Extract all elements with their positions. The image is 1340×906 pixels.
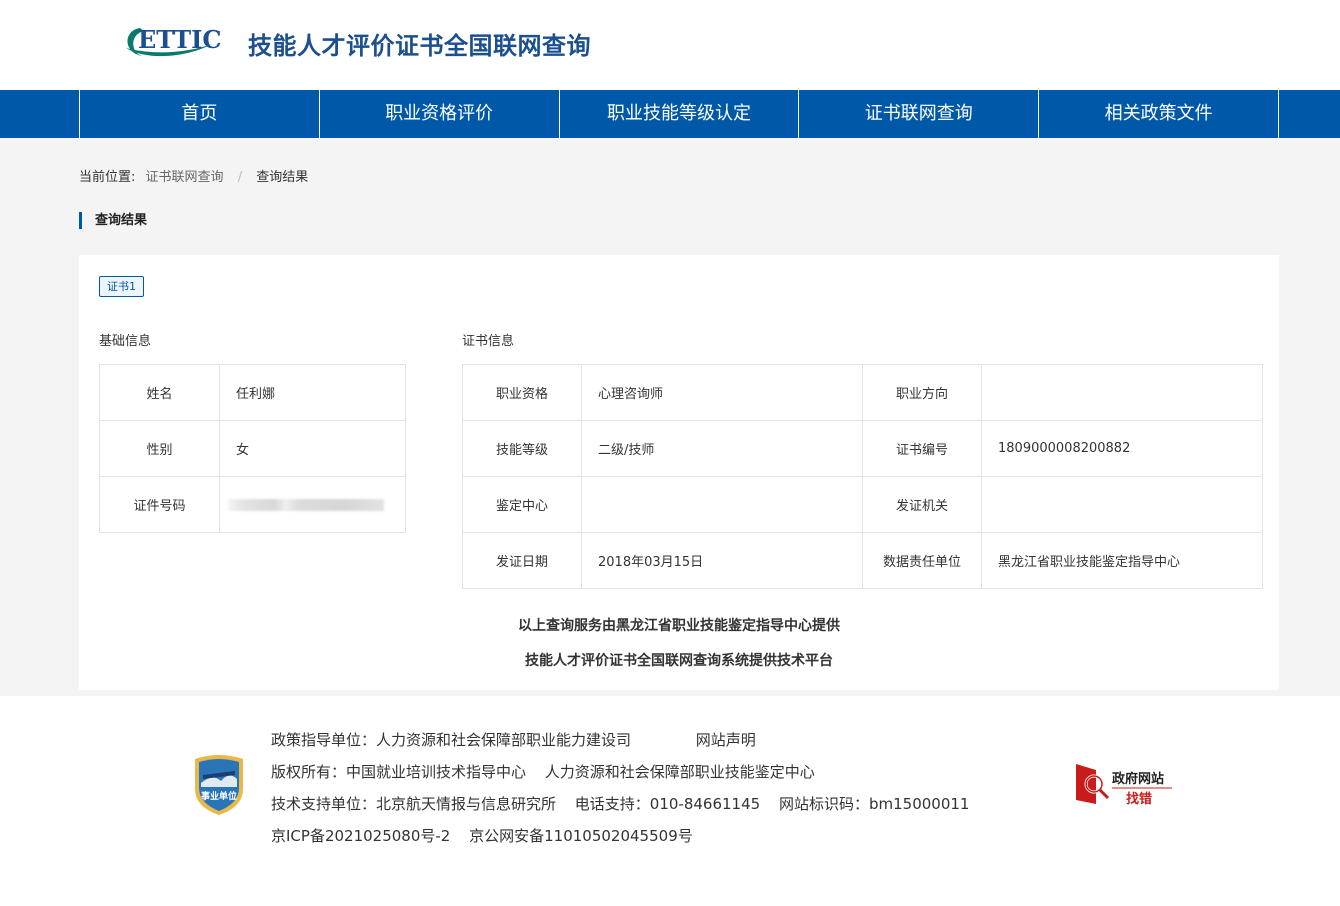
cert-number-value: 1809000008200882 — [981, 420, 1263, 477]
basic-info-table: 姓名 任利娜 性别 女 证件号码 — [99, 364, 406, 533]
breadcrumb: 当前位置: 证书联网查询 / 查询结果 — [79, 166, 308, 185]
breadcrumb-separator: / — [237, 170, 243, 185]
occupation-label: 职业资格 — [462, 364, 582, 421]
issue-date-label: 发证日期 — [462, 532, 582, 589]
result-card: 证书1 基础信息 证书信息 姓名 任利娜 性别 女 证件号码 职业资格 心理咨询… — [79, 255, 1279, 690]
occupation-value: 心理咨询师 — [581, 364, 863, 421]
ettic-logo[interactable]: ETTIC — [120, 22, 238, 62]
breadcrumb-current: 查询结果 — [256, 170, 309, 185]
cert-info-table: 职业资格 心理咨询师 职业方向 技能等级 二级/技师 证书编号 18090000… — [462, 364, 1263, 589]
copyright-text: 版权所有：中国就业培训技术指导中心 — [271, 763, 527, 781]
redacted-id-number — [228, 498, 384, 511]
breadcrumb-link[interactable]: 证书联网查询 — [146, 170, 224, 185]
basic-info-title: 基础信息 — [99, 334, 152, 349]
footer-line-4: 京ICP备2021025080号-2 京公网安备11010502045509号 — [271, 825, 707, 846]
table-row: 证件号码 — [99, 476, 406, 533]
site-code-text: 网站标识码：bm15000011 — [778, 795, 970, 813]
footer-line-1: 政策指导单位：人力资源和社会保障部职业能力建设司 网站声明 — [271, 729, 770, 750]
gov-site-error-report-button[interactable]: 政府网站 找错 — [1074, 760, 1184, 810]
table-row: 技能等级 二级/技师 证书编号 1809000008200882 — [462, 420, 1263, 477]
cert-tab[interactable]: 证书1 — [99, 276, 144, 297]
table-row: 性别 女 — [99, 420, 406, 477]
policy-unit-text: 政策指导单位：人力资源和社会保障部职业能力建设司 — [271, 731, 632, 749]
name-label: 姓名 — [99, 364, 220, 421]
direction-label: 职业方向 — [862, 364, 982, 421]
platform-note: 技能人才评价证书全国联网查询系统提供技术平台 — [525, 653, 833, 669]
data-responsible-label: 数据责任单位 — [862, 532, 982, 589]
footer-line-2: 版权所有：中国就业培训技术指导中心 人力资源和社会保障部职业技能鉴定中心 — [271, 761, 829, 782]
provider-note: 以上查询服务由黑龙江省职业技能鉴定指导中心提供 — [518, 618, 840, 634]
footer-line-3: 技术支持单位：北京航天情报与信息研究所 电话支持：010-84661145 网站… — [271, 793, 983, 814]
issuing-authority-value — [981, 476, 1263, 533]
nav-item-cert-query[interactable]: 证书联网查询 — [799, 90, 1040, 138]
appraisal-center-value — [581, 476, 863, 533]
phone-support-text: 电话支持：010-84661145 — [574, 795, 761, 813]
skill-level-value: 二级/技师 — [581, 420, 863, 477]
public-institution-badge-icon[interactable]: 事业单位 — [191, 753, 247, 817]
issue-date-value: 2018年03月15日 — [581, 532, 863, 589]
table-row: 发证日期 2018年03月15日 数据责任单位 黑龙江省职业技能鉴定指导中心 — [462, 532, 1263, 589]
badge-text: 事业单位 — [201, 790, 237, 802]
name-value: 任利娜 — [219, 364, 406, 421]
copyright-second-text: 人力资源和社会保障部职业技能鉴定中心 — [544, 763, 815, 781]
site-statement-link[interactable]: 网站声明 — [696, 731, 756, 749]
section-title: 查询结果 — [79, 212, 147, 229]
tech-support-text: 技术支持单位：北京航天情报与信息研究所 — [271, 795, 557, 813]
id-number-value — [219, 476, 406, 533]
gender-label: 性别 — [99, 420, 220, 477]
nav-item-skill-level[interactable]: 职业技能等级认定 — [560, 90, 800, 138]
id-number-label: 证件号码 — [99, 476, 220, 533]
issuing-authority-label: 发证机关 — [862, 476, 982, 533]
cert-number-label: 证书编号 — [862, 420, 982, 477]
data-responsible-value: 黑龙江省职业技能鉴定指导中心 — [981, 532, 1263, 589]
gov-title: 政府网站 — [1112, 771, 1164, 787]
appraisal-center-label: 鉴定中心 — [462, 476, 582, 533]
nav-item-qualification[interactable]: 职业资格评价 — [320, 90, 560, 138]
gov-action: 找错 — [1126, 791, 1152, 807]
nav-item-home[interactable]: 首页 — [80, 90, 320, 138]
main-nav: 首页 职业资格评价 职业技能等级认定 证书联网查询 相关政策文件 — [0, 90, 1340, 138]
site-footer: 事业单位 政策指导单位：人力资源和社会保障部职业能力建设司 网站声明 版权所有：… — [0, 696, 1340, 906]
table-row: 鉴定中心 发证机关 — [462, 476, 1263, 533]
skill-level-label: 技能等级 — [462, 420, 582, 477]
direction-value — [981, 364, 1263, 421]
table-row: 姓名 任利娜 — [99, 364, 406, 421]
magnifier-icon — [1098, 788, 1110, 800]
site-header: ETTIC 技能人才评价证书全国联网查询 — [0, 0, 1340, 90]
cert-info-title: 证书信息 — [462, 334, 515, 349]
icp-link[interactable]: 京ICP备2021025080号-2 — [271, 827, 450, 845]
site-title: 技能人才评价证书全国联网查询 — [248, 32, 591, 60]
breadcrumb-prefix: 当前位置: — [79, 170, 136, 185]
table-row: 职业资格 心理咨询师 职业方向 — [462, 364, 1263, 421]
nav-item-policy[interactable]: 相关政策文件 — [1039, 90, 1279, 138]
gender-value: 女 — [219, 420, 406, 477]
police-record-link[interactable]: 京公网安备11010502045509号 — [469, 827, 693, 845]
logo-text: ETTIC — [138, 25, 221, 54]
